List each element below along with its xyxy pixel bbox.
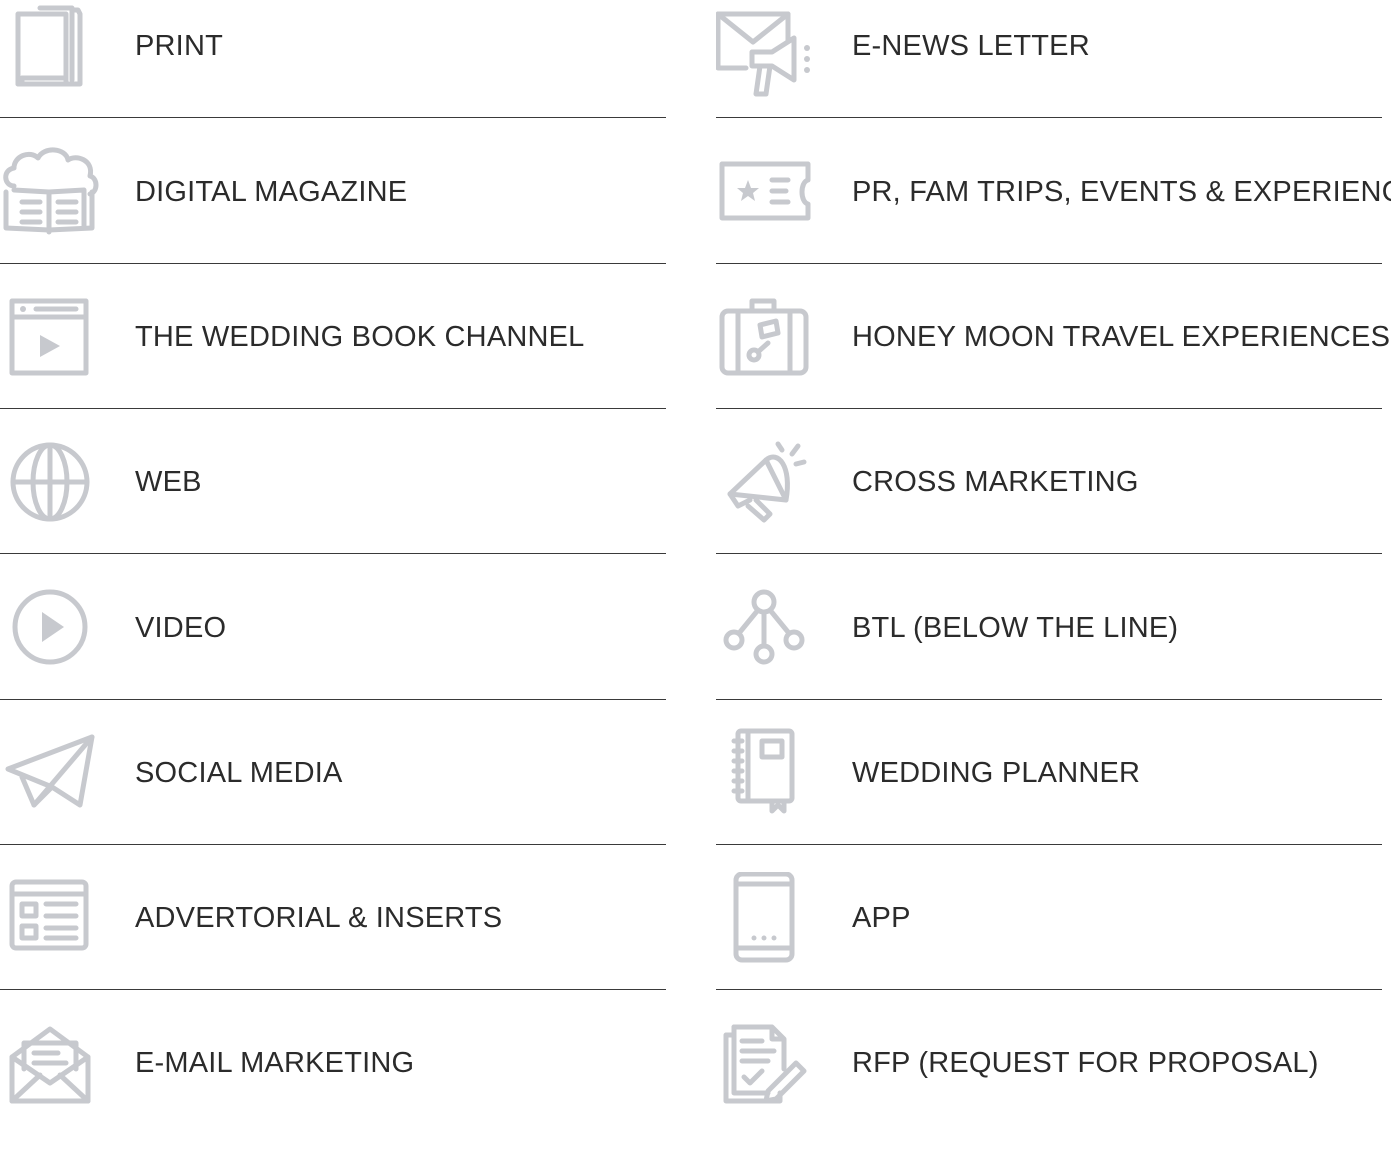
item-label: E-MAIL MARKETING: [135, 1047, 415, 1079]
list-item-honeymoon-travel[interactable]: HONEY MOON TRAVEL EXPERIENCES: [716, 291, 1390, 436]
item-label: VIDEO: [135, 612, 227, 644]
smartphone-icon: [716, 872, 816, 972]
suitcase-icon: [716, 291, 816, 391]
item-label: DIGITAL MAGAZINE: [135, 176, 408, 208]
divider: [0, 699, 666, 700]
item-label: WEB: [135, 466, 202, 498]
item-label: E-NEWS LETTER: [852, 30, 1090, 62]
divider: [0, 844, 666, 845]
divider: [716, 117, 1382, 118]
divider: [716, 844, 1382, 845]
list-item-cross-marketing[interactable]: CROSS MARKETING: [716, 436, 1382, 581]
list-item-app[interactable]: APP: [716, 872, 1382, 1017]
item-label: APP: [852, 902, 911, 934]
divider: [716, 989, 1382, 990]
item-label: HONEY MOON TRAVEL EXPERIENCES: [852, 321, 1391, 353]
item-label: ADVERTORIAL & INSERTS: [135, 902, 503, 934]
item-label: SOCIAL MEDIA: [135, 757, 343, 789]
megaphone-icon: [716, 436, 816, 536]
network-icon: [716, 582, 816, 682]
list-item-wedding-planner[interactable]: WEDDING PLANNER: [716, 727, 1382, 872]
open-envelope-icon: [0, 1017, 100, 1117]
book-icon: [0, 0, 100, 100]
cloud-book-icon: [0, 146, 100, 246]
divider: [716, 699, 1382, 700]
divider: [0, 989, 666, 990]
list-item-web[interactable]: WEB: [0, 436, 666, 581]
list-item-advertorial-inserts[interactable]: ADVERTORIAL & INSERTS: [0, 872, 666, 1017]
divider: [0, 263, 666, 264]
list-item-rfp[interactable]: RFP (REQUEST FOR PROPOSAL): [716, 1017, 1382, 1162]
divider: [716, 263, 1382, 264]
item-label: BTL (BELOW THE LINE): [852, 612, 1179, 644]
list-item-btl[interactable]: BTL (BELOW THE LINE): [716, 582, 1382, 727]
list-item-video[interactable]: VIDEO: [0, 582, 666, 727]
divider: [716, 553, 1382, 554]
item-label: PRINT: [135, 30, 223, 62]
item-label: CROSS MARKETING: [852, 466, 1139, 498]
play-circle-icon: [0, 582, 100, 682]
planner-notebook-icon: [716, 727, 816, 827]
ticket-icon: [716, 146, 816, 246]
list-item-print[interactable]: PRINT: [0, 0, 666, 145]
newspaper-icon: [0, 872, 100, 972]
list-item-wedding-book-channel[interactable]: THE WEDDING BOOK CHANNEL: [0, 291, 666, 436]
item-label: PR, FAM TRIPS, EVENTS & EXPERIENCES: [852, 176, 1391, 208]
list-item-enews-letter[interactable]: E-NEWS LETTER: [716, 0, 1382, 145]
divider: [0, 408, 666, 409]
divider: [0, 553, 666, 554]
divider: [716, 408, 1382, 409]
video-window-icon: [0, 291, 100, 391]
list-item-digital-magazine[interactable]: DIGITAL MAGAZINE: [0, 146, 666, 291]
envelope-megaphone-icon: [716, 0, 816, 100]
list-item-pr-fam-trips[interactable]: PR, FAM TRIPS, EVENTS & EXPERIENCES: [716, 146, 1391, 291]
list-item-email-marketing[interactable]: E-MAIL MARKETING: [0, 1017, 666, 1162]
divider: [0, 117, 666, 118]
document-pen-icon: [716, 1017, 816, 1117]
item-label: RFP (REQUEST FOR PROPOSAL): [852, 1047, 1319, 1079]
item-label: THE WEDDING BOOK CHANNEL: [135, 321, 585, 353]
item-label: WEDDING PLANNER: [852, 757, 1141, 789]
paper-plane-icon: [0, 727, 100, 827]
list-item-social-media[interactable]: SOCIAL MEDIA: [0, 727, 666, 872]
globe-icon: [0, 436, 100, 536]
